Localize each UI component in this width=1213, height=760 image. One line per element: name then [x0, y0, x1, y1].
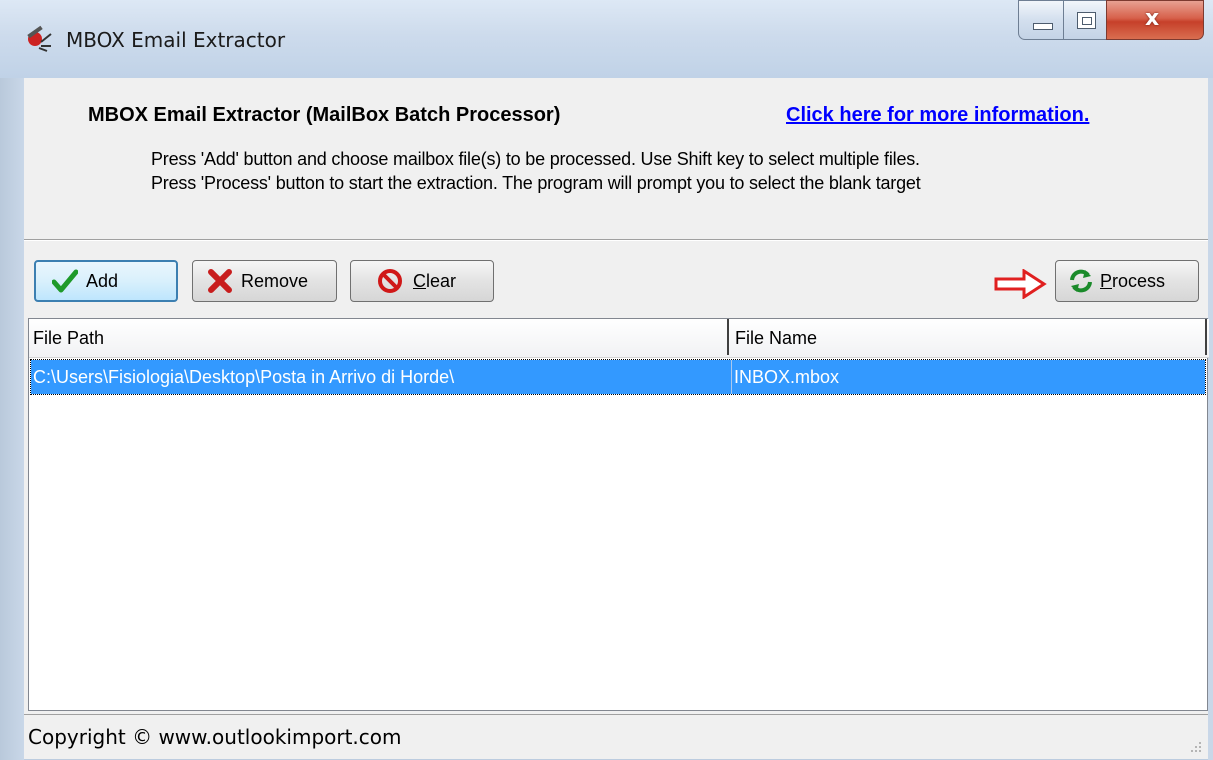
remove-button[interactable]: Remove: [192, 260, 337, 302]
red-arrow-icon: [994, 269, 1047, 299]
refresh-icon: [1070, 269, 1092, 293]
resize-grip-icon[interactable]: [1188, 739, 1202, 753]
row-divider: [731, 360, 732, 394]
process-button-label: Process: [1100, 271, 1165, 292]
client-area: MBOX Email Extractor (MailBox Batch Proc…: [24, 78, 1209, 759]
maximize-icon: [1077, 12, 1096, 29]
process-accel: P: [1100, 270, 1113, 291]
no-sign-icon: [378, 269, 402, 293]
x-icon: [208, 269, 232, 293]
caption-buttons: x: [1018, 0, 1208, 42]
clear-button-label: Clear: [413, 271, 456, 292]
header-title: MBOX Email Extractor (MailBox Batch Proc…: [88, 104, 561, 126]
window-border-right: [1208, 78, 1213, 760]
row-file-path: C:\Users\Fisiologia\Desktop\Posta in Arr…: [33, 367, 455, 387]
column-header-file-path[interactable]: File Path: [29, 319, 729, 355]
add-button[interactable]: Add: [34, 260, 178, 302]
toolbar: Add Remove Clear Process: [24, 240, 1208, 319]
window-title: MBOX Email Extractor: [66, 28, 286, 52]
process-button[interactable]: Process: [1055, 260, 1199, 302]
instruction-line-1: Press 'Add' button and choose mailbox fi…: [151, 149, 920, 169]
close-button[interactable]: x: [1106, 0, 1204, 40]
copyright-text: Copyright © www.outlookimport.com: [28, 725, 402, 749]
checkmark-icon: [52, 269, 78, 293]
instruction-line-2: Press 'Process' button to start the extr…: [151, 173, 921, 193]
add-button-label: Add: [86, 270, 119, 291]
file-list[interactable]: File Path File Name C:\Users\Fisiologia\…: [28, 318, 1209, 711]
list-header: File Path File Name: [29, 319, 1209, 358]
clear-button[interactable]: Clear: [350, 260, 494, 302]
window-border-left: [0, 78, 24, 760]
remove-button-label: Remove: [241, 270, 309, 291]
maximize-button[interactable]: [1063, 0, 1107, 40]
more-info-link[interactable]: Click here for more information.: [786, 104, 1089, 127]
minimize-button[interactable]: [1018, 0, 1064, 40]
header-panel: MBOX Email Extractor (MailBox Batch Proc…: [24, 78, 1208, 240]
list-row[interactable]: C:\Users\Fisiologia\Desktop\Posta in Arr…: [30, 359, 1206, 395]
clear-rest: lear: [426, 270, 457, 291]
column-header-file-name[interactable]: File Name: [731, 319, 1207, 355]
app-icon: [27, 25, 52, 52]
close-icon: x: [1145, 6, 1160, 31]
title-bar[interactable]: MBOX Email Extractor x: [0, 0, 1213, 78]
minimize-icon: [1033, 23, 1053, 30]
status-bar: Copyright © www.outlookimport.com: [24, 714, 1208, 759]
process-rest: rocess: [1112, 270, 1166, 291]
clear-accel: C: [413, 270, 426, 291]
row-file-name: INBOX.mbox: [734, 367, 840, 387]
app-window: MBOX Email Extractor x MBOX Email Extrac…: [0, 0, 1213, 760]
